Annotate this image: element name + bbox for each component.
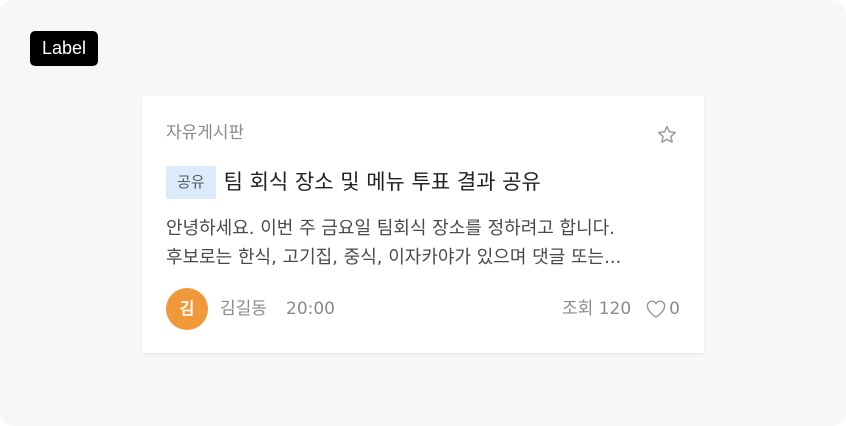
- post-title[interactable]: 팀 회식 장소 및 메뉴 투표 결과 공유: [224, 166, 541, 199]
- post-preview: 안녕하세요. 이번 주 금요일 팀회식 장소를 정하려고 합니다. 후보로는 한…: [166, 214, 686, 272]
- post-card[interactable]: 자유게시판 공유 팀 회식 장소 및 메뉴 투표 결과 공유 안녕하세요. 이번…: [142, 96, 704, 353]
- post-footer: 김 김길동 20:00 조회 120 0: [166, 288, 680, 330]
- title-row: 공유 팀 회식 장소 및 메뉴 투표 결과 공유: [166, 166, 541, 199]
- label-badge: Label: [30, 31, 99, 66]
- like-count: 0: [669, 299, 680, 319]
- heart-icon[interactable]: [645, 299, 667, 319]
- board-name: 자유게시판: [166, 123, 245, 143]
- preview-line: 안녕하세요. 이번 주 금요일 팀회식 장소를 정하려고 합니다.: [166, 218, 615, 239]
- avatar: 김: [166, 288, 208, 330]
- category-tag: 공유: [166, 166, 216, 199]
- view-count: 조회 120: [562, 299, 632, 319]
- star-icon[interactable]: [656, 124, 678, 146]
- preview-line: 후보로는 한식, 고기집, 중식, 이자카야가 있으며 댓글 또는...: [166, 247, 622, 268]
- post-time: 20:00: [286, 299, 335, 319]
- post-stats: 조회 120 0: [562, 298, 680, 320]
- canvas: Label 자유게시판 공유 팀 회식 장소 및 메뉴 투표 결과 공유 안녕하…: [0, 0, 846, 426]
- author-name: 김길동: [220, 299, 267, 319]
